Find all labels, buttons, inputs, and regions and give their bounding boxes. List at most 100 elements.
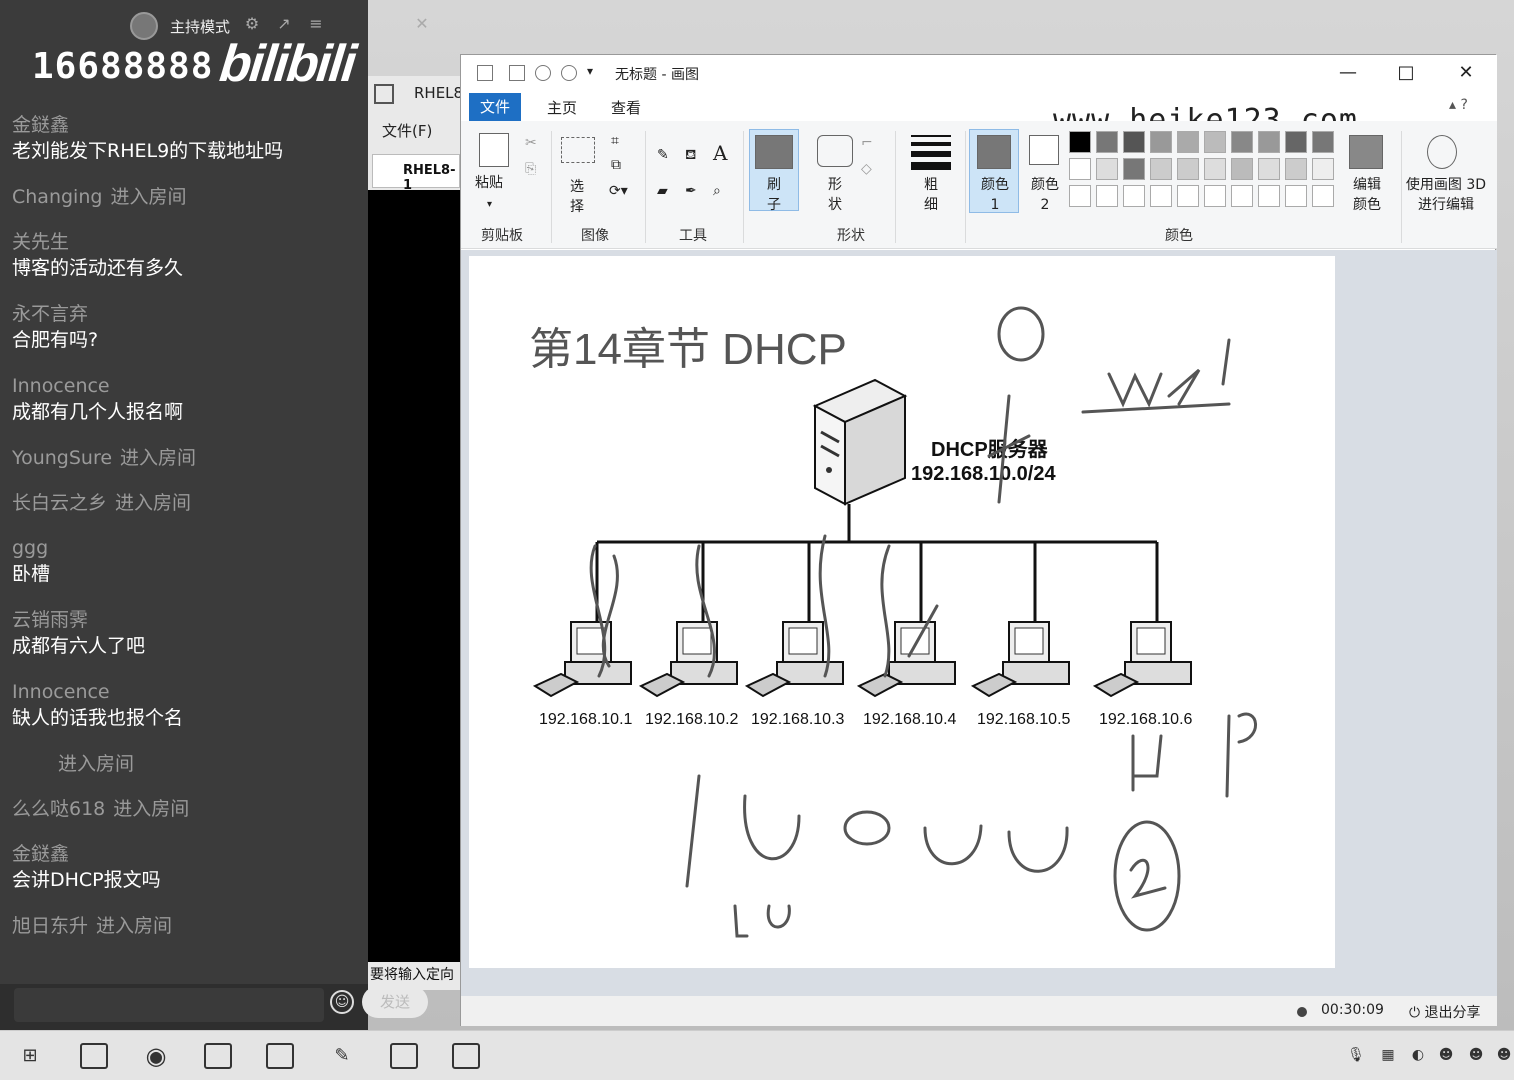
- palette-swatch[interactable]: [1177, 131, 1199, 153]
- vm-taskbar-icon[interactable]: [204, 1043, 232, 1069]
- pencil-icon[interactable]: ✎: [657, 145, 669, 165]
- exit-share-button[interactable]: ⏻ 退出分享: [1409, 1002, 1481, 1022]
- paint-taskbar-icon[interactable]: ✎: [328, 1043, 356, 1069]
- tab-view[interactable]: 查看: [611, 97, 641, 118]
- chat-username[interactable]: 永不言弃: [12, 301, 362, 327]
- copy-icon[interactable]: ⎘: [525, 159, 536, 179]
- chevron-down-icon[interactable]: ▾: [487, 195, 492, 215]
- user-icon[interactable]: ☻: [1436, 1045, 1456, 1065]
- size-button[interactable]: 粗细: [923, 175, 939, 215]
- palette-swatch[interactable]: [1258, 158, 1280, 180]
- palette-swatch[interactable]: [1312, 185, 1334, 207]
- chat-username[interactable]: YoungSure: [12, 447, 112, 469]
- resize-icon[interactable]: ⧉: [611, 155, 621, 175]
- cut-icon[interactable]: ✂: [525, 133, 537, 153]
- select-button[interactable]: 选择: [569, 177, 585, 217]
- customize-toolbar-icon[interactable]: ▾: [587, 64, 593, 78]
- palette-swatch[interactable]: [1177, 185, 1199, 207]
- eraser-icon[interactable]: ▰: [657, 181, 668, 201]
- fill-icon[interactable]: ⛾: [685, 145, 696, 165]
- brush-button[interactable]: 刷子: [766, 175, 782, 215]
- send-button[interactable]: 发送: [362, 986, 428, 1018]
- palette-swatch[interactable]: [1285, 185, 1307, 207]
- chat-username[interactable]: 长白云之乡: [12, 492, 107, 514]
- chat-username[interactable]: 么么哒618: [12, 798, 105, 820]
- chat-username[interactable]: Innocence: [12, 679, 362, 705]
- palette-swatch[interactable]: [1258, 131, 1280, 153]
- drawing-canvas[interactable]: 第14章节 DHCP DHCP服务器 192.168.10.0/24 192.1…: [469, 256, 1335, 968]
- palette-swatch[interactable]: [1069, 131, 1091, 153]
- vm-tab[interactable]: RHEL8-1: [372, 154, 460, 193]
- palette-swatch[interactable]: [1069, 158, 1091, 180]
- palette-swatch[interactable]: [1231, 131, 1253, 153]
- start-icon[interactable]: ⊞: [16, 1043, 44, 1069]
- maximize-button[interactable]: □: [1383, 59, 1429, 87]
- chat-username[interactable]: 旭日东升: [12, 915, 88, 937]
- text-tool-icon[interactable]: A: [713, 143, 727, 163]
- palette-swatch[interactable]: [1312, 158, 1334, 180]
- color2-button[interactable]: 颜色 2: [1031, 175, 1059, 215]
- shapes-button[interactable]: 形状: [827, 175, 843, 215]
- palette-swatch[interactable]: [1096, 131, 1118, 153]
- chat-input[interactable]: [14, 988, 324, 1022]
- terminal-icon[interactable]: [390, 1043, 418, 1069]
- palette-swatch[interactable]: [1096, 158, 1118, 180]
- fill-shape-icon[interactable]: ◇: [861, 159, 872, 179]
- avatar[interactable]: [130, 12, 158, 40]
- undo-icon[interactable]: [535, 65, 551, 81]
- chat-message-list[interactable]: 金鎹鑫 老刘能发下RHEL9的下载地址吗 Changing 进入房间 关先生 博客的活动还…: [12, 112, 362, 958]
- close-button[interactable]: ✕: [1443, 59, 1489, 87]
- palette-swatch[interactable]: [1285, 158, 1307, 180]
- vm-console-screen[interactable]: [368, 190, 460, 962]
- chat-username[interactable]: 云销雨霁: [12, 607, 362, 633]
- paint3d-button[interactable]: 使用画图 3D 进行编辑: [1405, 175, 1487, 215]
- host-mode-label[interactable]: 主持模式: [170, 16, 230, 37]
- chat-username[interactable]: 金鎹鑫: [12, 112, 362, 138]
- save-icon[interactable]: [509, 65, 525, 81]
- palette-swatch[interactable]: [1150, 131, 1172, 153]
- palette-swatch[interactable]: [1150, 185, 1172, 207]
- chat-username[interactable]: ggg: [12, 535, 362, 561]
- palette-swatch[interactable]: [1177, 158, 1199, 180]
- magnifier-icon[interactable]: ⌕: [713, 181, 721, 201]
- palette-swatch[interactable]: [1204, 158, 1226, 180]
- microphone-icon[interactable]: 🎙: [1346, 1045, 1366, 1065]
- user-icon[interactable]: ☻: [1494, 1045, 1514, 1065]
- color-picker-icon[interactable]: ✒: [685, 181, 697, 201]
- palette-swatch[interactable]: [1150, 158, 1172, 180]
- crop-icon[interactable]: ⌗: [611, 131, 619, 151]
- chat-username[interactable]: 金鎹鑫: [12, 841, 362, 867]
- user-icon[interactable]: ☻: [1466, 1045, 1486, 1065]
- browser-icon[interactable]: ◉: [142, 1043, 170, 1069]
- screen-share-icon[interactable]: [266, 1043, 294, 1069]
- close-icon[interactable]: ✕: [412, 14, 432, 34]
- menu-icon[interactable]: ≡: [306, 14, 326, 34]
- tray-app-icon[interactable]: ◐: [1408, 1045, 1428, 1065]
- settings-icon[interactable]: ⚙: [242, 14, 262, 34]
- rotate-icon[interactable]: ⟳▾: [609, 181, 628, 201]
- popout-icon[interactable]: ↗: [274, 14, 294, 34]
- title-bar[interactable]: ▾ 无标题 - 画图 — □ ✕: [461, 55, 1497, 91]
- vm-menu-file[interactable]: 文件(F): [382, 120, 432, 141]
- editor-icon[interactable]: [452, 1043, 480, 1069]
- palette-swatch[interactable]: [1312, 131, 1334, 153]
- redo-icon[interactable]: [561, 65, 577, 81]
- palette-swatch[interactable]: [1204, 185, 1226, 207]
- chat-username[interactable]: Innocence: [12, 373, 362, 399]
- palette-swatch[interactable]: [1258, 185, 1280, 207]
- paste-button[interactable]: 粘贴: [475, 173, 503, 193]
- tab-home[interactable]: 主页: [547, 97, 577, 118]
- chat-username[interactable]: Changing: [12, 186, 102, 208]
- palette-swatch[interactable]: [1123, 185, 1145, 207]
- palette-swatch[interactable]: [1231, 158, 1253, 180]
- minimize-button[interactable]: —: [1325, 59, 1371, 87]
- palette-swatch[interactable]: [1204, 131, 1226, 153]
- palette-swatch[interactable]: [1123, 158, 1145, 180]
- palette-swatch[interactable]: [1069, 185, 1091, 207]
- palette-swatch[interactable]: [1285, 131, 1307, 153]
- file-explorer-icon[interactable]: [80, 1043, 108, 1069]
- help-icon[interactable]: ▴ ?: [1449, 97, 1468, 113]
- edit-colors-button[interactable]: 编辑颜色: [1350, 175, 1384, 215]
- palette-swatch[interactable]: [1096, 185, 1118, 207]
- tab-file[interactable]: 文件: [469, 93, 521, 121]
